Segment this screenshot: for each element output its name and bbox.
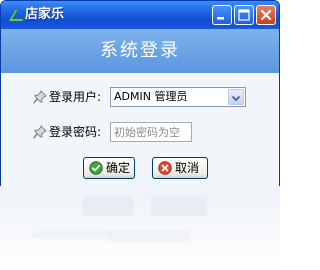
cancel-button[interactable]: 取消 — [152, 157, 208, 179]
ok-label: 确定 — [106, 161, 131, 175]
ok-button[interactable]: 确定 — [83, 157, 135, 179]
reflection-password-row — [32, 231, 112, 239]
minimize-icon — [217, 17, 224, 20]
reflection-cancel-button — [151, 196, 207, 216]
pin-icon — [33, 125, 47, 139]
reflection-ok-button — [82, 196, 134, 216]
close-icon — [260, 9, 272, 21]
user-select-value: ADMIN 管理员 — [114, 90, 188, 103]
chevron-down-icon — [231, 95, 241, 102]
app-logo-icon — [8, 8, 24, 22]
login-window: 店家乐 系统登录 登录用户: ADMIN 管理员 登录密码: 确定 取消 — [0, 0, 280, 188]
pin-icon — [33, 90, 47, 104]
reflection-password-field — [109, 230, 191, 242]
dropdown-button[interactable] — [228, 89, 244, 105]
cancel-icon — [158, 161, 172, 175]
check-icon — [89, 161, 103, 175]
user-label: 登录用户: — [49, 90, 102, 104]
minimize-button[interactable] — [212, 5, 232, 25]
window-reflection — [0, 186, 280, 270]
password-label: 登录密码: — [49, 125, 102, 139]
title-bar[interactable]: 店家乐 — [1, 1, 279, 29]
screen: 店家乐 系统登录 登录用户: ADMIN 管理员 登录密码: 确定 取消 — [0, 0, 280, 270]
close-button[interactable] — [256, 5, 276, 25]
maximize-button[interactable] — [234, 5, 254, 25]
password-field[interactable] — [110, 122, 192, 142]
maximize-icon — [238, 9, 250, 21]
window-title: 店家乐 — [25, 7, 65, 22]
page-title: 系统登录 — [100, 40, 180, 61]
login-header: 系统登录 — [1, 29, 279, 73]
cancel-label: 取消 — [175, 161, 200, 175]
user-select[interactable]: ADMIN 管理员 — [110, 87, 246, 107]
